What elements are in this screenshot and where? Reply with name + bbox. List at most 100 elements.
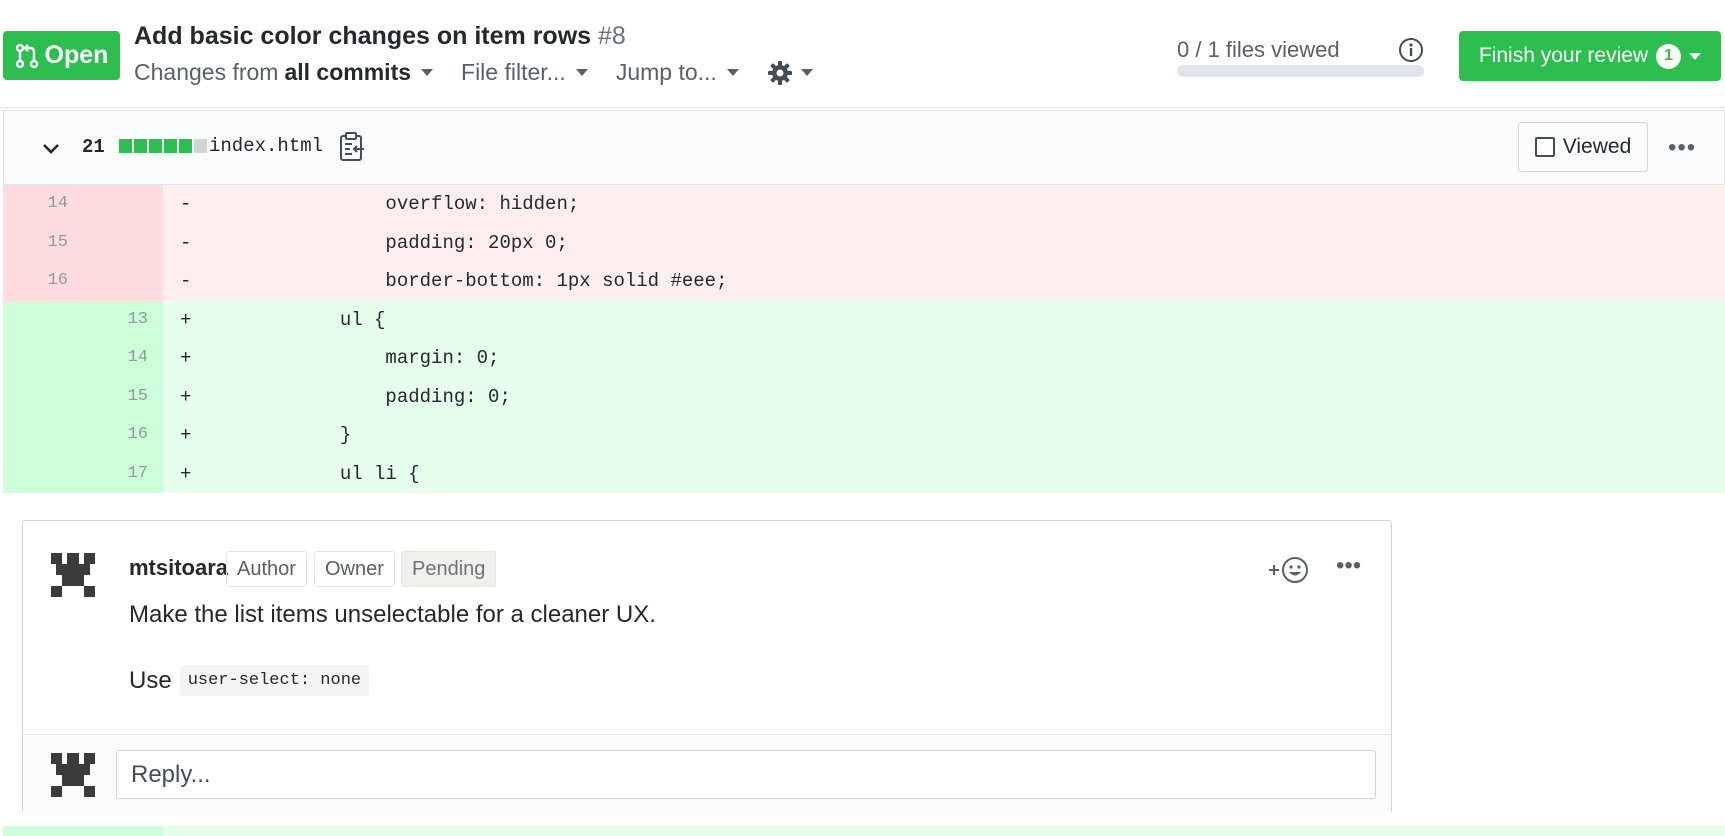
line-number: 17 [127, 463, 148, 483]
line-number-gutter[interactable]: 13 [3, 300, 163, 339]
author-label: Author [226, 551, 307, 587]
line-number-gutter[interactable]: 14 [3, 339, 163, 378]
diffstat-block [119, 139, 132, 153]
code-line: padding: 20px 0; [203, 231, 568, 254]
line-number: 16 [127, 425, 148, 444]
pending-count-badge: 1 [1656, 43, 1682, 69]
diff-settings-dropdown[interactable] [767, 60, 813, 86]
diff-row-deletion: 14 - overflow: hidden; [3, 185, 1725, 224]
diff-row-addition: 17 + ul li { [3, 454, 1725, 493]
diffstat-block [149, 139, 162, 153]
code-line: border-bottom: 1px solid #eee; [203, 270, 728, 293]
diff-marker: + [180, 385, 192, 408]
diffstat-block [194, 139, 207, 153]
pr-toolbar: Changes from all commits File filter... … [134, 59, 813, 86]
reply-input[interactable] [116, 750, 1376, 799]
line-number-gutter[interactable]: 17 [3, 454, 163, 493]
code-line: ul { [203, 308, 386, 331]
diff-marker: + [180, 347, 192, 370]
review-comment: mtsitoara Author Owner Pending ••• Make … [23, 521, 1391, 735]
diff-row-deletion: 16 - border-bottom: 1px solid #eee; [3, 262, 1725, 301]
caret-down-icon [800, 69, 813, 76]
caret-down-icon [726, 69, 739, 76]
gear-icon [767, 60, 792, 85]
avatar [51, 753, 95, 797]
line-number-gutter[interactable]: 15 [3, 223, 163, 262]
diff-continuation-row [163, 826, 1725, 836]
changes-from-value: all commits [284, 59, 412, 85]
diff-marker: + [180, 462, 192, 485]
reply-area [23, 735, 1391, 815]
line-number-gutter[interactable]: 16 [3, 262, 163, 301]
diff-marker: + [180, 424, 192, 447]
more-options-icon[interactable]: ••• [1668, 134, 1696, 162]
code-line: overflow: hidden; [203, 193, 580, 216]
finish-review-button[interactable]: Finish your review 1 [1459, 31, 1721, 81]
viewed-checkbox[interactable] [1534, 137, 1555, 157]
chevron-down-icon[interactable] [41, 139, 61, 159]
code-line: padding: 0; [203, 385, 511, 408]
code-line: } [203, 424, 352, 447]
diff-table: 14 - overflow: hidden; 15 - padding: 20px 0… [3, 185, 1725, 493]
jump-to-dropdown[interactable]: Jump to... [616, 59, 739, 86]
pull-request-icon [15, 43, 38, 68]
pr-title-text: Add basic color changes on item rows [134, 22, 592, 50]
diff-change-count: 21 [82, 136, 105, 158]
diff-marker: + [180, 308, 192, 331]
changes-from-prefix: Changes from [134, 59, 279, 85]
diffstat-block [164, 139, 177, 153]
files-viewed-count: 0 / 1 files viewed [1177, 37, 1340, 62]
avatar[interactable] [51, 553, 95, 597]
code-line: ul li { [203, 462, 420, 485]
diff-row-addition: 16 + } [3, 416, 1725, 455]
finish-review-label: Finish your review [1478, 44, 1649, 67]
diff-row-addition: 15 + padding: 0; [3, 377, 1725, 416]
caret-down-icon [575, 69, 588, 76]
comment-text-line2: Use user-select: none [129, 665, 370, 696]
info-icon[interactable] [1398, 37, 1424, 63]
file-filter-dropdown[interactable]: File filter... [461, 59, 588, 86]
pr-title: Add basic color changes on item rows #8 [134, 22, 626, 51]
pr-state-badge[interactable]: Open [3, 31, 120, 80]
pr-header: Open Add basic color changes on item row… [0, 0, 1725, 108]
diff-marker: - [180, 270, 192, 293]
line-number: 15 [127, 386, 148, 406]
diffstat-block [134, 139, 147, 153]
files-viewed-progress [1177, 65, 1424, 77]
owner-label: Owner [314, 551, 395, 587]
jump-to-label: Jump to... [615, 59, 717, 85]
comment-text-prefix: Use [129, 666, 172, 694]
diff-row-addition: 14 + margin: 0; [3, 339, 1725, 378]
comment-more-icon[interactable]: ••• [1336, 552, 1361, 580]
inline-code: user-select: none [179, 665, 370, 696]
diff-marker: - [180, 231, 192, 254]
line-number-gutter[interactable]: 14 [3, 185, 163, 224]
line-number: 14 [127, 348, 148, 367]
diff-row-deletion: 15 - padding: 20px 0; [3, 223, 1725, 262]
code-line: margin: 0; [203, 347, 500, 370]
diffstat [119, 139, 207, 153]
line-number-gutter[interactable]: 15 [3, 377, 163, 416]
line-number: 15 [47, 232, 68, 252]
file-filter-label: File filter... [461, 59, 566, 85]
diff-marker: - [180, 193, 192, 216]
viewed-label: Viewed [1562, 135, 1632, 158]
line-number: 16 [47, 271, 68, 290]
add-reaction-icon[interactable] [1267, 555, 1319, 585]
diffstat-block [179, 139, 192, 153]
pr-number: #8 [598, 22, 626, 50]
line-number-gutter[interactable]: 16 [3, 416, 163, 455]
caret-down-icon [421, 69, 434, 76]
line-number: 13 [127, 309, 148, 329]
diff-continuation-gutter [3, 826, 163, 836]
diff-row-addition: 13 + ul { [3, 300, 1725, 339]
review-comment-thread: mtsitoara Author Owner Pending ••• Make … [22, 520, 1392, 815]
caret-down-icon [1689, 52, 1702, 60]
viewed-checkbox-button[interactable]: Viewed [1518, 122, 1648, 172]
pr-state-label: Open [44, 41, 109, 69]
comment-author[interactable]: mtsitoara [129, 555, 228, 581]
file-name[interactable]: index.html [209, 135, 323, 157]
changes-from-dropdown[interactable]: Changes from all commits [134, 59, 434, 86]
comment-text: Make the list items unselectable for a c… [129, 601, 656, 628]
copy-path-icon[interactable] [338, 131, 366, 163]
